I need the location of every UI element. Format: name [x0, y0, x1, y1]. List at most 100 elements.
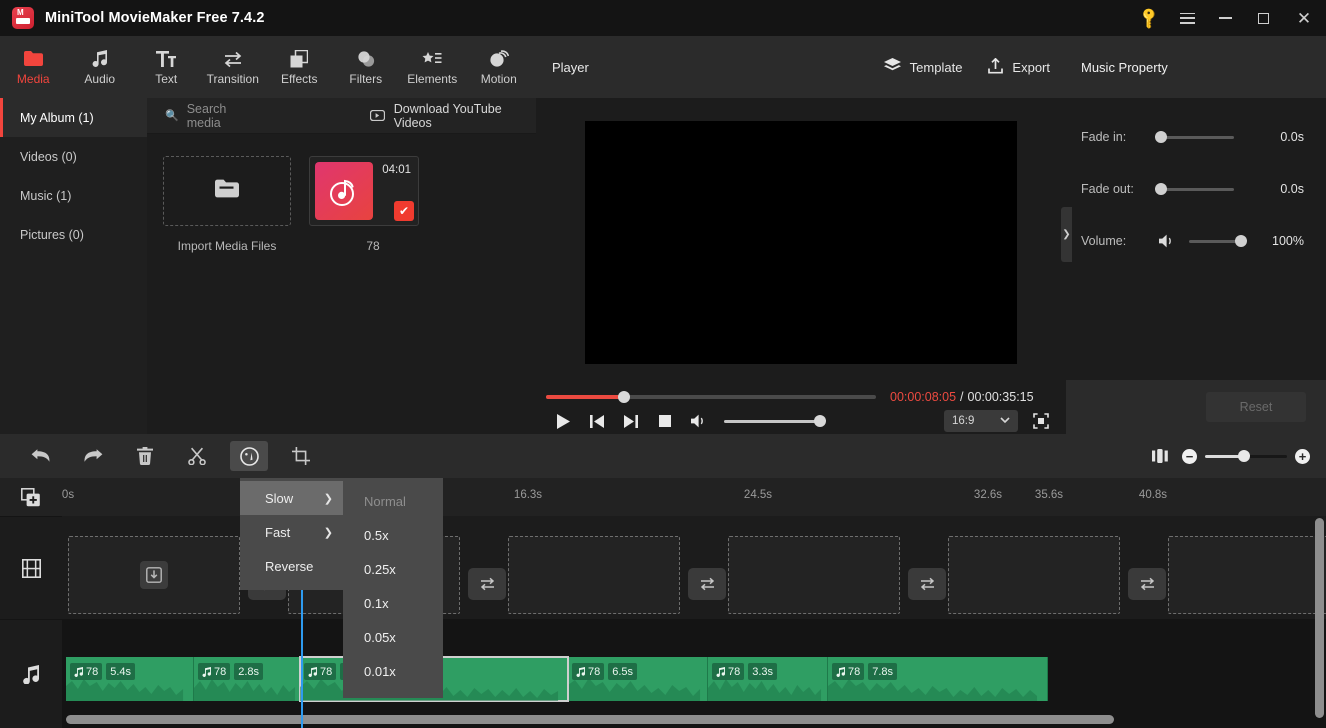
- tab-filters[interactable]: Filters: [333, 36, 400, 98]
- tab-transition[interactable]: Transition: [200, 36, 267, 98]
- menu-item-fast[interactable]: Fast ❯: [240, 515, 343, 549]
- tab-media[interactable]: Media: [0, 36, 67, 98]
- audio-clip-duration: 7.8s: [868, 663, 898, 680]
- next-frame-icon[interactable]: [614, 408, 648, 434]
- play-icon[interactable]: [546, 408, 580, 434]
- video-clip-placeholder[interactable]: [68, 536, 240, 614]
- fade-out-handle[interactable]: [1155, 183, 1167, 195]
- fade-out-slider[interactable]: [1155, 183, 1234, 195]
- minus-circle-icon[interactable]: −: [1182, 448, 1197, 464]
- search-input[interactable]: 🔍 Search media: [165, 102, 260, 130]
- speaker-icon[interactable]: [682, 408, 716, 434]
- video-clip-placeholder[interactable]: [508, 536, 680, 614]
- reset-button[interactable]: Reset: [1206, 392, 1306, 422]
- timeline-vertical-scrollbar[interactable]: [1315, 518, 1324, 718]
- submenu-item-0-25x[interactable]: 0.25x: [343, 552, 443, 586]
- app-window: MiniTool MovieMaker Free 7.4.2 🔑 ✕ Media…: [0, 0, 1326, 728]
- key-icon[interactable]: 🔑: [1130, 0, 1168, 36]
- player-volume-slider[interactable]: [724, 415, 826, 427]
- film-strip-icon[interactable]: [0, 516, 62, 619]
- aspect-ratio-select[interactable]: 16:9: [944, 410, 1018, 432]
- video-clip-placeholder[interactable]: [1168, 536, 1326, 614]
- fullscreen-icon[interactable]: [1030, 410, 1052, 432]
- download-youtube-button[interactable]: Download YouTube Videos: [369, 102, 536, 130]
- tab-audio[interactable]: Audio: [67, 36, 134, 98]
- fade-in-slider[interactable]: [1155, 131, 1234, 143]
- music-note-icon[interactable]: [0, 619, 62, 728]
- seek-handle[interactable]: [618, 391, 630, 403]
- video-preview[interactable]: [585, 120, 1017, 364]
- hamburger-menu-icon[interactable]: [1168, 0, 1206, 36]
- sidebar-item-music[interactable]: Music (1): [0, 176, 147, 215]
- player-volume-handle[interactable]: [814, 415, 826, 427]
- sidebar-item-pictures[interactable]: Pictures (0): [0, 215, 147, 254]
- sidebar-item-my-album[interactable]: My Album (1): [0, 98, 147, 137]
- timeline-zoom-slider[interactable]: [1205, 450, 1287, 462]
- export-button[interactable]: Export: [988, 57, 1050, 77]
- volume-handle[interactable]: [1235, 235, 1247, 247]
- crop-icon[interactable]: [282, 441, 320, 471]
- menu-item-reverse[interactable]: Reverse: [240, 549, 343, 583]
- tab-elements[interactable]: Elements: [399, 36, 466, 98]
- audio-clip[interactable]: 78 2.8s: [194, 657, 300, 701]
- download-clip-icon[interactable]: [140, 561, 168, 589]
- folder-icon: [23, 49, 43, 69]
- stop-icon[interactable]: [648, 408, 682, 434]
- minimize-icon[interactable]: [1206, 0, 1244, 36]
- template-label: Template: [909, 59, 963, 75]
- seek-bar[interactable]: [546, 391, 876, 403]
- tab-effects[interactable]: Effects: [266, 36, 333, 98]
- import-dropzone[interactable]: [163, 156, 291, 226]
- tab-motion[interactable]: Motion: [466, 36, 533, 98]
- template-button[interactable]: Template: [883, 58, 963, 76]
- volume-slider[interactable]: [1189, 235, 1247, 247]
- audio-track[interactable]: 78 5.4s 78 2.8s 78 78 6.5s 78 3.3s 78 7.…: [62, 619, 1326, 728]
- timeline-horizontal-scrollbar[interactable]: [66, 715, 1114, 724]
- audio-clip[interactable]: 78 7.8s: [828, 657, 1048, 701]
- video-clip-placeholder[interactable]: [728, 536, 900, 614]
- player-panel: Player Template Export 00:00:08:05 / 00:…: [536, 36, 1066, 434]
- transition-slot[interactable]: [468, 568, 506, 600]
- sidebar-item-videos[interactable]: Videos (0): [0, 137, 147, 176]
- tab-label: Transition: [206, 71, 259, 86]
- chevron-right-icon[interactable]: ❯: [1061, 207, 1072, 262]
- transition-slot[interactable]: [1128, 568, 1166, 600]
- speed-context-menu: Slow ❯ Fast ❯ Reverse: [240, 478, 343, 590]
- video-clip-placeholder[interactable]: [948, 536, 1120, 614]
- import-media-cell[interactable]: Import Media Files: [163, 156, 291, 253]
- add-media-icon[interactable]: [0, 478, 62, 516]
- plus-circle-icon[interactable]: +: [1295, 448, 1310, 464]
- trash-icon[interactable]: [126, 441, 164, 471]
- timeline-zoom-control: − +: [1182, 448, 1310, 464]
- scissors-icon[interactable]: [178, 441, 216, 471]
- split-screen-icon[interactable]: [1152, 449, 1168, 463]
- zoom-handle[interactable]: [1238, 450, 1250, 462]
- property-title: Music Property: [1081, 59, 1168, 75]
- submenu-item-0-1x[interactable]: 0.1x: [343, 586, 443, 620]
- submenu-item-0-05x[interactable]: 0.05x: [343, 620, 443, 654]
- transition-slot[interactable]: [908, 568, 946, 600]
- property-footer: Reset: [1066, 380, 1326, 434]
- audio-clip[interactable]: 78 5.4s: [66, 657, 194, 701]
- maximize-icon[interactable]: [1244, 0, 1282, 36]
- audio-clip[interactable]: 78 6.5s: [568, 657, 708, 701]
- media-item[interactable]: 04:01 ✔ 78: [309, 156, 437, 253]
- previous-frame-icon[interactable]: [580, 408, 614, 434]
- menu-item-slow[interactable]: Slow ❯: [240, 481, 343, 515]
- media-grid: Import Media Files 04:01 ✔ 78: [147, 134, 536, 253]
- tab-text[interactable]: Text: [133, 36, 200, 98]
- menu-item-label: Reverse: [265, 558, 314, 574]
- fade-in-label: Fade in:: [1081, 130, 1127, 144]
- audio-clip[interactable]: 78 3.3s: [708, 657, 828, 701]
- speedometer-icon[interactable]: [230, 441, 268, 471]
- undo-icon[interactable]: [22, 441, 60, 471]
- fade-in-handle[interactable]: [1155, 131, 1167, 143]
- media-selected-checkbox[interactable]: ✔: [394, 201, 414, 221]
- redo-icon[interactable]: [74, 441, 112, 471]
- speaker-icon[interactable]: [1159, 234, 1176, 248]
- submenu-item-0-5x[interactable]: 0.5x: [343, 518, 443, 552]
- media-thumbnail[interactable]: 04:01 ✔: [309, 156, 419, 226]
- submenu-item-0-01x[interactable]: 0.01x: [343, 654, 443, 688]
- transition-slot[interactable]: [688, 568, 726, 600]
- close-icon[interactable]: ✕: [1282, 0, 1326, 36]
